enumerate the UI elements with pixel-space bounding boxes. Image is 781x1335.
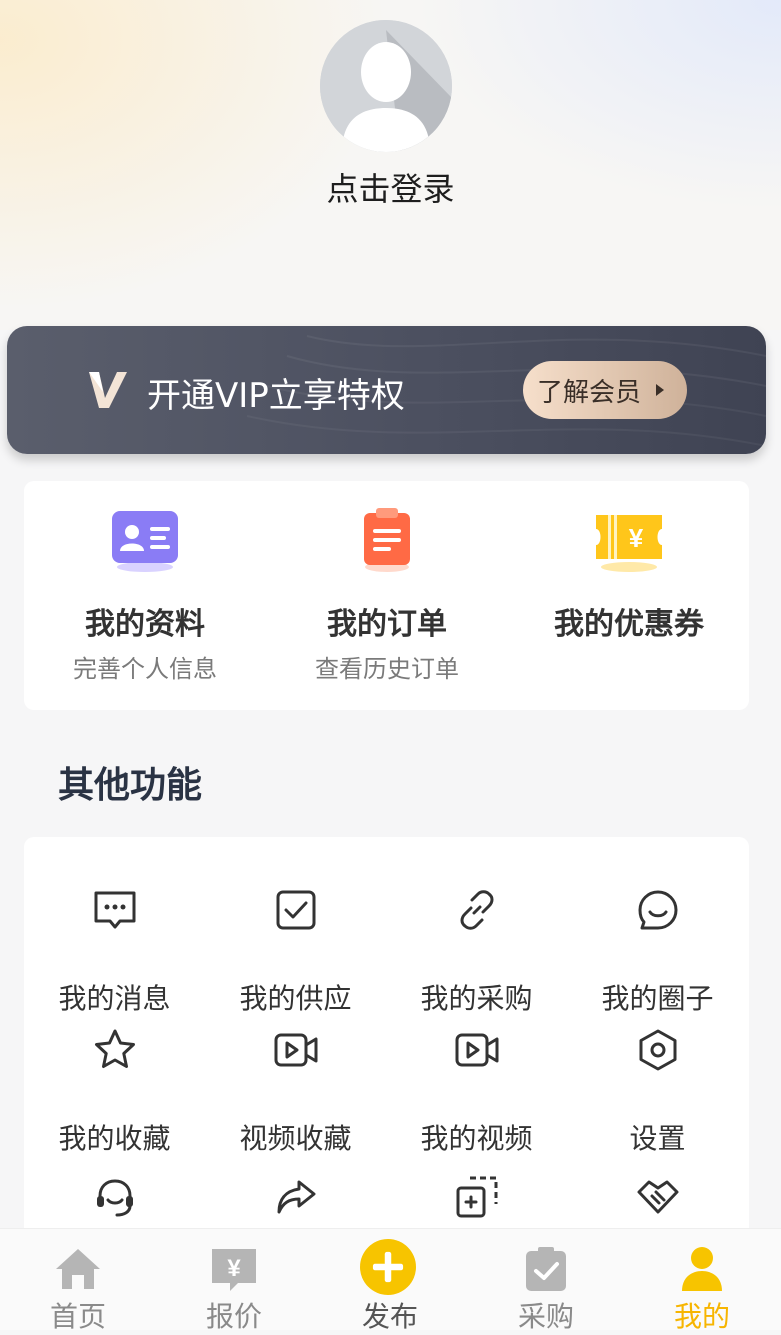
link-icon: [460, 890, 494, 930]
other-features-title: 其他功能: [58, 765, 203, 806]
profile-header: 点击登录: [0, 0, 781, 330]
tab-publish-label: 发布: [361, 1300, 418, 1333]
bottom-tab-bar: 首页 ¥ 报价 发布 采购 我的: [0, 1228, 781, 1333]
tab-purchase[interactable]: 采购: [468, 1229, 624, 1333]
smile-chat-icon: [638, 890, 678, 930]
login-link[interactable]: 点击登录: [0, 164, 781, 210]
video-icon: [455, 1033, 499, 1067]
tab-home[interactable]: 首页: [0, 1229, 156, 1333]
my-profile-item[interactable]: 我的资料 完善个人信息: [24, 481, 266, 710]
my-favorites-label: 我的收藏: [58, 1122, 171, 1155]
my-orders-title: 我的订单: [327, 607, 447, 642]
headset-icon: [97, 1179, 133, 1217]
my-favorites-item[interactable]: 我的收藏: [24, 1027, 205, 1167]
settings-hexagon-icon: [639, 1029, 677, 1071]
my-supply-label: 我的供应: [239, 982, 352, 1015]
my-circle-item[interactable]: 我的圈子: [567, 887, 748, 1027]
user-icon: [682, 1247, 722, 1291]
learn-membership-label: 了解会员: [537, 377, 642, 408]
clipboard-check-icon: [526, 1247, 566, 1291]
my-messages-item[interactable]: 我的消息: [24, 887, 205, 1027]
order-clipboard-icon: [364, 508, 410, 572]
vip-banner-text: 开通VIP立享特权: [147, 376, 405, 416]
tab-home-label: 首页: [49, 1300, 106, 1333]
my-videos-label: 我的视频: [420, 1122, 533, 1155]
vip-v-icon: [89, 372, 127, 408]
quick-actions-card: 我的资料 完善个人信息 我的订单 查看历史订单 ¥ 我的优惠券: [24, 481, 749, 710]
message-icon: [94, 891, 136, 929]
tab-publish[interactable]: 发布: [312, 1229, 468, 1333]
my-messages-label: 我的消息: [58, 982, 171, 1015]
my-purchase-label: 我的采购: [420, 982, 533, 1015]
star-icon: [95, 1029, 135, 1068]
video-favorites-label: 视频收藏: [239, 1122, 352, 1155]
video-favorites-item[interactable]: 视频收藏: [205, 1027, 386, 1167]
tab-mine-label: 我的: [673, 1300, 730, 1333]
my-profile-subtitle: 完善个人信息: [73, 655, 217, 683]
settings-label: 设置: [629, 1122, 686, 1155]
profile-card-icon: [112, 511, 178, 572]
my-orders-item[interactable]: 我的订单 查看历史订单: [266, 481, 508, 710]
my-coupons-item[interactable]: ¥ 我的优惠券: [508, 481, 750, 710]
vip-banner[interactable]: 开通VIP立享特权 了解会员: [7, 326, 766, 454]
my-profile-title: 我的资料: [85, 607, 205, 642]
coupon-ticket-icon: ¥: [596, 515, 662, 572]
my-supply-item[interactable]: 我的供应: [205, 887, 386, 1027]
tab-mine[interactable]: 我的: [624, 1229, 780, 1333]
my-circle-label: 我的圈子: [601, 982, 714, 1015]
settings-item[interactable]: 设置: [567, 1027, 748, 1167]
tab-price[interactable]: ¥ 报价: [156, 1229, 312, 1333]
default-avatar-icon: [320, 20, 452, 152]
my-purchase-item[interactable]: 我的采购: [386, 887, 567, 1027]
share-arrow-icon: [277, 1180, 316, 1214]
my-coupons-title: 我的优惠券: [554, 607, 704, 642]
copy-icon: [456, 1176, 498, 1218]
home-icon: [56, 1249, 100, 1289]
tab-purchase-label: 采购: [517, 1300, 574, 1333]
learn-membership-button[interactable]: 了解会员: [523, 361, 687, 419]
svg-text:¥: ¥: [227, 1255, 241, 1282]
checkbox-icon: [276, 890, 316, 930]
caret-right-icon: [656, 384, 665, 396]
tab-price-label: 报价: [205, 1300, 262, 1333]
my-videos-item[interactable]: 我的视频: [386, 1027, 567, 1167]
handshake-icon: [637, 1180, 679, 1214]
svg-text:¥: ¥: [629, 523, 644, 553]
video-icon: [274, 1033, 318, 1067]
my-orders-subtitle: 查看历史订单: [315, 655, 459, 683]
plus-circle-icon: [360, 1239, 416, 1295]
avatar[interactable]: [320, 20, 452, 152]
price-tag-icon: ¥: [212, 1249, 256, 1291]
